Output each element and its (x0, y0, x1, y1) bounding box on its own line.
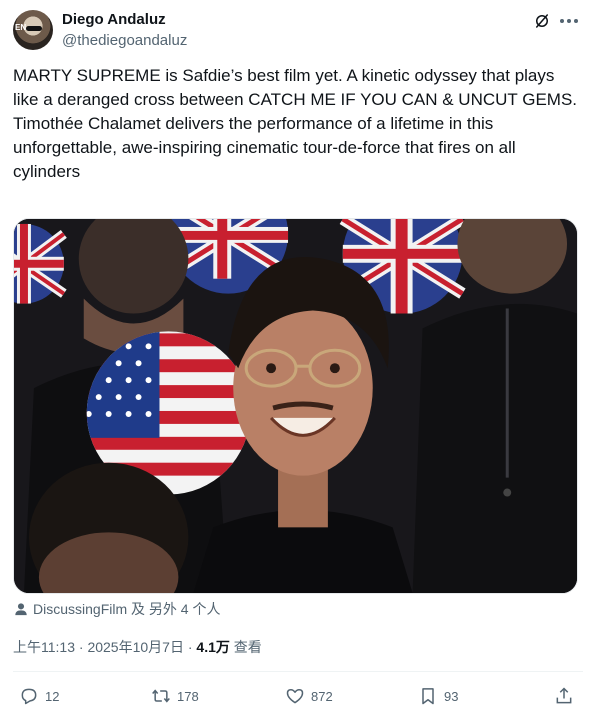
tweet-meta: 上午11:13 · 2025年10月7日 · 4.1万 查看 (13, 637, 262, 657)
photo-illustration (14, 219, 577, 593)
more-options-icon[interactable] (558, 12, 580, 30)
retweet-button[interactable]: 178 (151, 684, 199, 708)
person-icon (15, 603, 27, 616)
bookmark-count: 93 (444, 688, 459, 704)
meta-separator-2: · (183, 639, 197, 655)
tweet-time[interactable]: 上午11:13 (13, 639, 75, 655)
meta-separator: · (75, 639, 88, 655)
action-bar: 12 178 872 93 (13, 684, 583, 708)
views-label: 查看 (229, 639, 262, 655)
avatar-text: EN (15, 23, 27, 32)
views-count[interactable]: 4.1万 (196, 639, 229, 655)
union-jack-left (14, 223, 67, 304)
like-button[interactable]: 872 (285, 684, 333, 708)
divider (13, 671, 583, 672)
like-count: 872 (311, 688, 333, 704)
tagged-users-text: DiscussingFilm 及 另外 4 个人 (33, 601, 221, 617)
bookmark-icon (422, 688, 434, 705)
heart-icon (286, 689, 304, 704)
tweet-photo[interactable] (13, 218, 578, 594)
share-icon (556, 687, 572, 704)
bookmark-button[interactable]: 93 (418, 684, 458, 708)
tweet-text: MARTY SUPREME is Safdie’s best film yet.… (13, 66, 578, 181)
tagged-users[interactable]: DiscussingFilm 及 另外 4 个人 (14, 599, 220, 619)
author-handle[interactable]: @thediegoandaluz (62, 32, 187, 49)
share-button[interactable] (554, 684, 574, 708)
tweet-date[interactable]: 2025年10月7日 (87, 639, 184, 655)
reply-icon (21, 688, 37, 705)
grok-icon[interactable] (533, 12, 551, 30)
avatar[interactable]: EN (13, 10, 53, 50)
reply-button[interactable]: 12 (19, 684, 59, 708)
retweet-count: 178 (177, 688, 199, 704)
tweet-card: EN Diego Andaluz @thediegoandaluz MARTY … (0, 0, 595, 723)
avatar-sunglasses (26, 26, 42, 31)
reply-count: 12 (45, 688, 60, 704)
retweet-icon (152, 689, 170, 703)
author-display-name[interactable]: Diego Andaluz (62, 11, 166, 28)
